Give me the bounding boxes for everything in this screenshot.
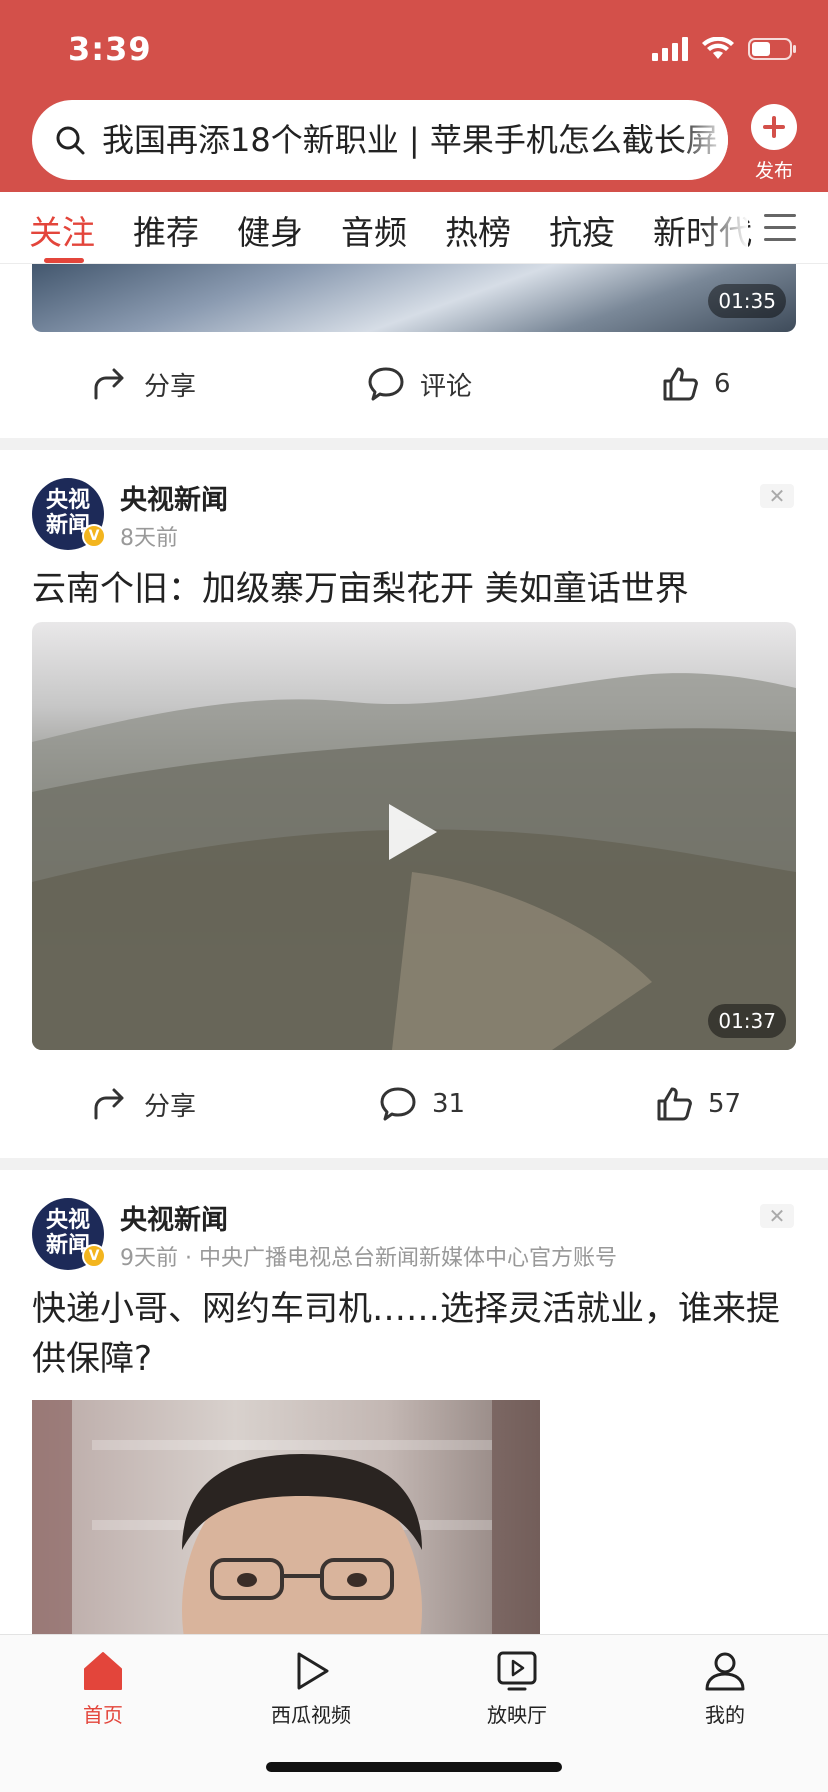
thumbs-up-icon (663, 367, 698, 401)
tab-hot-list[interactable]: 热榜 (445, 206, 511, 254)
home-indicator (266, 1762, 562, 1772)
nav-me[interactable]: 我的 (655, 1649, 795, 1728)
cellular-signal-icon (652, 37, 688, 61)
tab-fitness[interactable]: 健身 (237, 206, 303, 254)
avatar[interactable]: 央视新闻 V (32, 1198, 106, 1270)
dismiss-icon[interactable]: ✕ (760, 484, 794, 508)
comment-button[interactable]: 31 (378, 1084, 465, 1124)
tab-anti-epidemic[interactable]: 抗疫 (549, 206, 615, 254)
status-icons (652, 34, 798, 64)
feed-divider (0, 438, 828, 450)
home-icon (84, 1652, 122, 1690)
comment-icon (380, 1087, 416, 1121)
author-name[interactable]: 央视新闻 (120, 478, 228, 517)
post-meta: 9天前 · 中央广播电视总台新闻新媒体中心官方账号 (120, 1246, 617, 1271)
tab-audio[interactable]: 音频 (341, 206, 407, 254)
action-bar: 分享 评论 6 (0, 346, 828, 426)
share-button[interactable]: 分享 (90, 364, 196, 404)
verified-badge-icon: V (82, 524, 106, 548)
wifi-icon (702, 37, 734, 59)
channel-menu-icon[interactable] (764, 214, 796, 242)
channel-tabs: 关注 推荐 健身 音频 热榜 抗疫 新时代 (0, 192, 828, 264)
tab-recommend[interactable]: 推荐 (133, 206, 199, 254)
plus-icon (751, 104, 797, 150)
top-header: 3:39 我国再添18个新职业 | 苹果手机怎么截长屏 发布 (0, 0, 828, 192)
comment-icon (368, 367, 404, 401)
video-thumbnail[interactable]: 01:35 (32, 264, 796, 332)
search-bar[interactable]: 我国再添18个新职业 | 苹果手机怎么截长屏 (32, 100, 728, 180)
thumbs-up-icon (657, 1087, 692, 1121)
person-icon (705, 1652, 745, 1691)
play-triangle-icon (297, 1652, 329, 1690)
like-button[interactable]: 57 (654, 1084, 741, 1124)
dismiss-icon[interactable]: ✕ (760, 1204, 794, 1228)
post-title[interactable]: 云南个旧：加级寨万亩梨花开 美如童话世界 (32, 564, 796, 614)
nav-xigua-video[interactable]: 西瓜视频 (241, 1649, 381, 1728)
share-icon (94, 1088, 124, 1120)
publish-button[interactable]: 发布 (748, 104, 800, 183)
tab-follow[interactable]: 关注 (29, 206, 95, 254)
like-button[interactable]: 6 (660, 364, 731, 404)
tv-screen-icon (497, 1651, 537, 1691)
verified-badge-icon: V (82, 1244, 106, 1268)
video-duration: 01:37 (708, 1004, 786, 1038)
active-tab-indicator (44, 258, 84, 263)
video-duration: 01:35 (708, 284, 786, 318)
video-player[interactable]: 01:37 (32, 622, 796, 1050)
battery-icon (748, 38, 796, 60)
action-bar: 分享 31 57 (0, 1066, 828, 1146)
author-name[interactable]: 央视新闻 (120, 1198, 228, 1237)
feed-divider (0, 1158, 828, 1170)
post-meta: 8天前 (120, 526, 178, 551)
share-icon (94, 368, 124, 400)
share-button[interactable]: 分享 (90, 1084, 196, 1124)
post-title[interactable]: 快递小哥、网约车司机……选择灵活就业，谁来提供保障? (32, 1284, 796, 1384)
search-icon (56, 126, 85, 155)
nav-screening-hall[interactable]: 放映厅 (447, 1649, 587, 1728)
search-suggestion-text: 我国再添18个新职业 | 苹果手机怎么截长屏 (102, 121, 718, 159)
avatar[interactable]: 央视新闻 V (32, 478, 106, 550)
comment-button[interactable]: 评论 (366, 364, 472, 404)
article-thumbnail[interactable] (32, 1400, 540, 1634)
play-icon[interactable] (389, 804, 437, 860)
publish-label: 发布 (754, 160, 793, 182)
status-time: 3:39 (68, 30, 152, 68)
nav-home[interactable]: 首页 (33, 1649, 173, 1728)
